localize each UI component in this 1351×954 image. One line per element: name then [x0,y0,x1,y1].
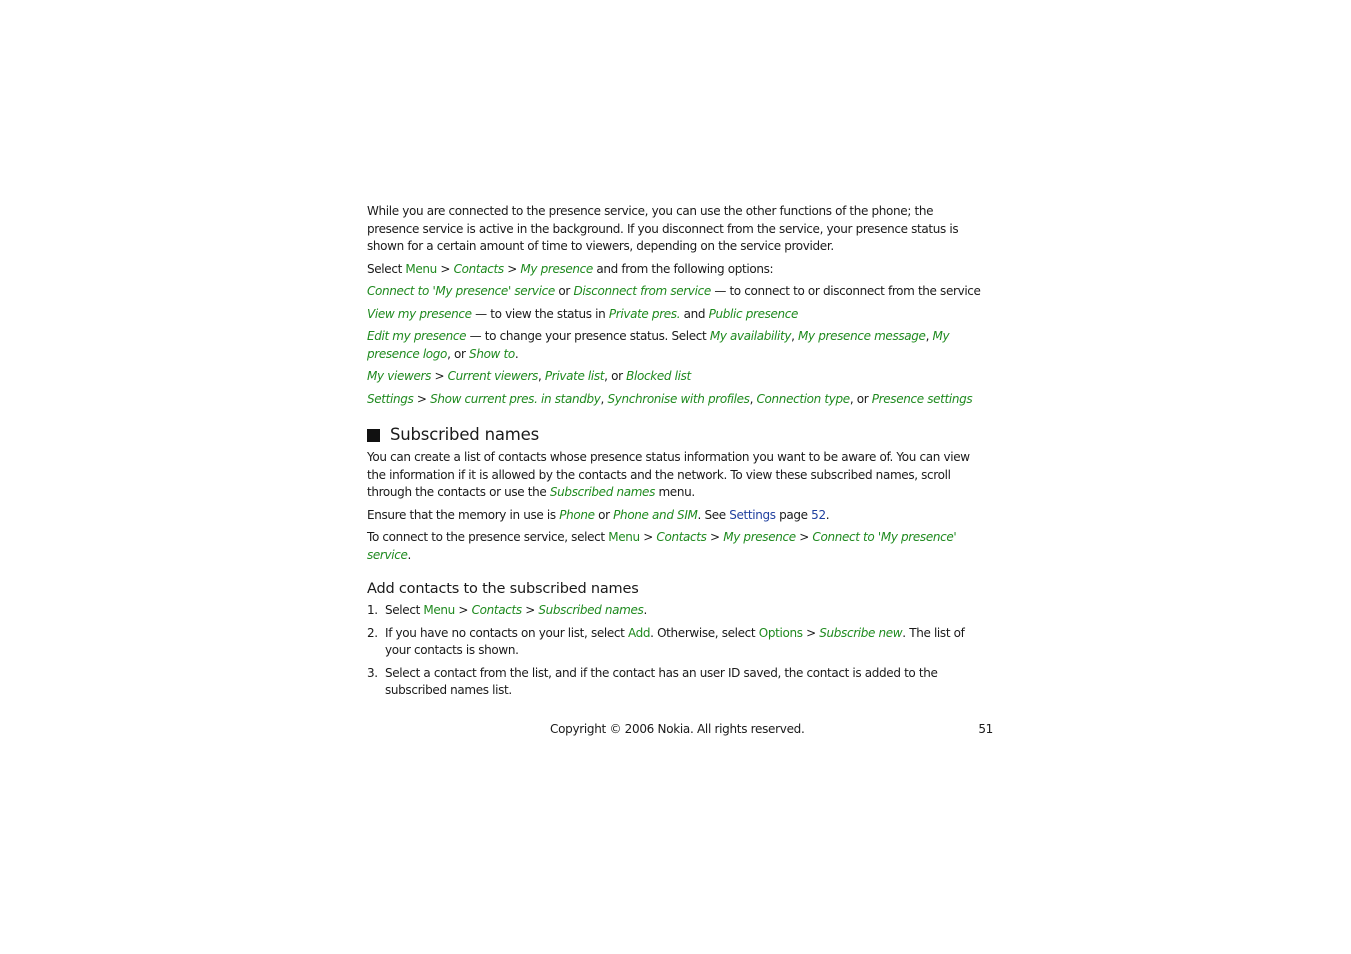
add-contacts-heading: Add contacts to the subscribed names [367,581,639,597]
select-path-paragraph: Select Menu > Contacts > My presence and… [367,261,774,276]
steps-list: 1. Select Menu > Contacts > Subscribed na… [367,602,987,700]
subscribed-names-heading: Subscribed names [367,424,987,446]
option-viewers: My viewers > Current viewers, Private li… [367,369,691,383]
option-connect: Connect to 'My presence' service or Disc… [367,284,981,298]
list-item: 1. Select Menu > Contacts > Subscribed na… [367,603,647,617]
intro-paragraph: While you are connected to the presence … [367,204,959,253]
document-page: While you are connected to the presence … [367,203,987,705]
list-item: 2. If you have no contacts on your list, … [367,625,965,658]
subscribed-intro: You can create a list of contacts whose … [367,450,970,499]
page-number: 51 [978,722,993,736]
option-view: View my presence — to view the status in… [367,306,799,321]
option-settings: Settings > Show current pres. in standby… [367,391,973,406]
section-square-icon [367,428,380,442]
page-ref-link[interactable]: 52 [811,508,826,522]
option-edit: Edit my presence — to change your presen… [367,329,950,361]
memory-paragraph: Ensure that the memory in use is Phone o… [367,507,830,522]
settings-link[interactable]: Settings [729,508,776,522]
list-item: 3. Select a contact from the list, and if… [367,665,938,698]
contacts-label: Contacts [453,261,504,276]
my-presence-label: My presence [520,261,593,276]
copyright: Copyright © 2006 Nokia. All rights reser… [550,722,805,736]
menu-label: Menu [405,261,437,276]
connect-paragraph: To connect to the presence service, sele… [367,530,957,562]
